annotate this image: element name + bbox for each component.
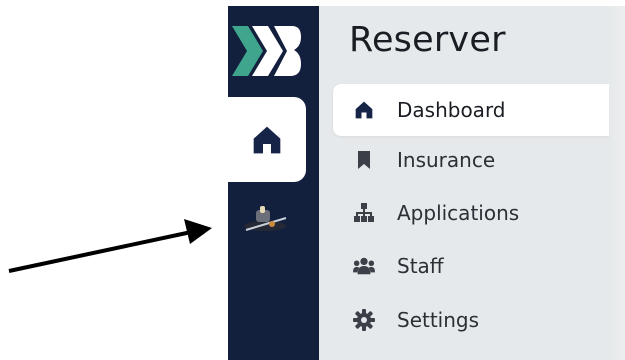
bookmark-icon: [353, 149, 375, 171]
nav-item-staff[interactable]: Staff: [333, 240, 623, 292]
users-icon: [353, 255, 375, 277]
nav-item-label: Dashboard: [397, 98, 506, 122]
app-title: Reserver: [349, 20, 506, 60]
stamp-icon[interactable]: [242, 204, 288, 240]
nav-item-label: Staff: [397, 254, 444, 278]
nav-item-label: Settings: [397, 308, 480, 332]
nav-item-label: Insurance: [397, 148, 496, 172]
gear-icon: [353, 309, 375, 331]
icon-rail: [228, 6, 319, 360]
nav-item-label: Applications: [397, 201, 520, 225]
home-icon: [353, 99, 375, 121]
logo-icon: [232, 26, 301, 76]
menu-panel: Reserver Dashboard Insurance Application…: [319, 6, 625, 360]
nav-item-applications[interactable]: Applications: [333, 187, 623, 239]
home-icon: [253, 126, 281, 153]
nav-item-settings[interactable]: Settings: [333, 294, 623, 346]
rail-home-button[interactable]: [228, 97, 306, 182]
sitemap-icon: [353, 202, 375, 224]
nav-item-dashboard[interactable]: Dashboard: [333, 84, 623, 136]
nav-item-insurance[interactable]: Insurance: [333, 134, 623, 186]
